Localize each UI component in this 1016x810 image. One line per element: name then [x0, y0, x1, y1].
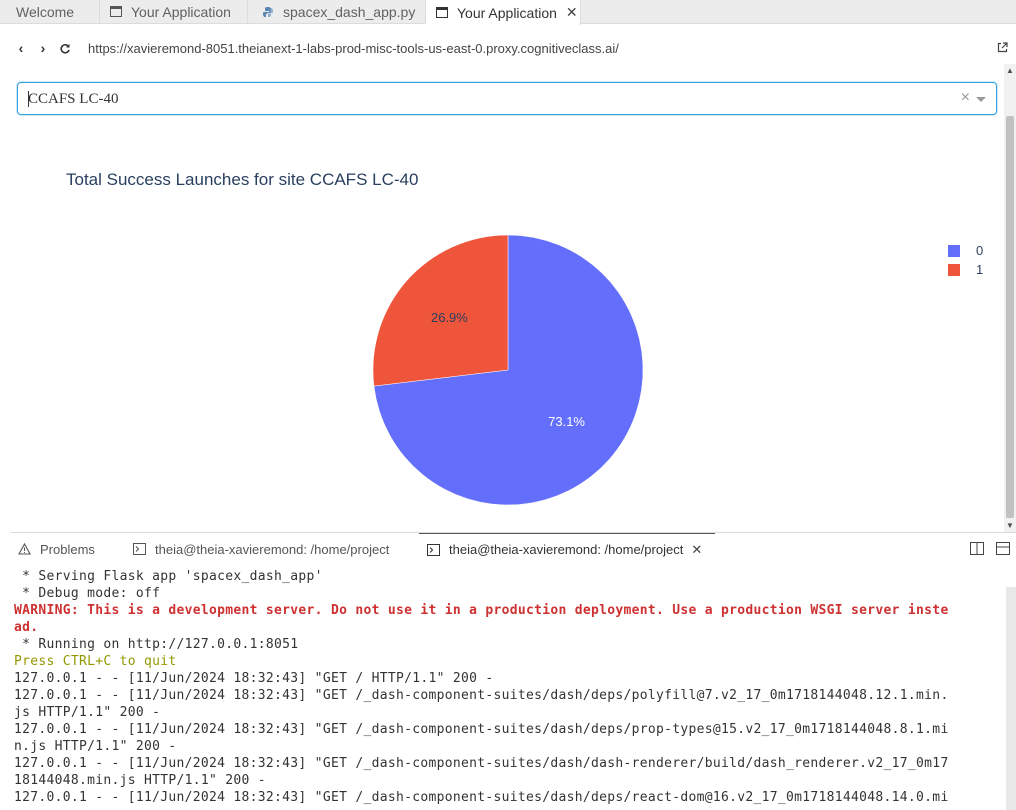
- terminal-line: Press CTRL+C to quit: [14, 654, 177, 669]
- legend-label: 0: [976, 243, 984, 258]
- terminal-line: 127.0.0.1 - - [11/Jun/2024 18:32:43] "GE…: [14, 756, 949, 771]
- tab-problems[interactable]: Problems: [10, 533, 125, 566]
- forward-button[interactable]: ›: [32, 40, 54, 56]
- terminal-line: n.js HTTP/1.1" 200 -: [14, 739, 177, 754]
- open-external-button[interactable]: [997, 40, 1008, 58]
- tab-label: theia@theia-xavieremond: /home/project: [449, 542, 684, 557]
- tab-label: Your Application: [457, 4, 557, 21]
- terminal-line: 127.0.0.1 - - [11/Jun/2024 18:32:43] "GE…: [14, 722, 949, 737]
- legend-swatch: [948, 244, 960, 257]
- tab-spacex-dash-app-py[interactable]: spacex_dash_app.py: [248, 0, 426, 23]
- legend-label: 1: [976, 262, 984, 277]
- terminal-line: ad.: [14, 620, 39, 635]
- tab-label: theia@theia-xavieremond: /home/project: [155, 541, 390, 557]
- window-icon: [436, 7, 448, 18]
- reload-button[interactable]: [54, 40, 76, 56]
- legend-swatch: [948, 263, 960, 276]
- tab-terminal-1[interactable]: theia@theia-xavieremond: /home/project: [125, 533, 419, 566]
- external-link-icon: [997, 42, 1008, 53]
- terminal-line: 127.0.0.1 - - [11/Jun/2024 18:32:43] "GE…: [14, 688, 949, 703]
- legend-item[interactable]: 0: [948, 241, 983, 260]
- viewport-scrollbar[interactable]: ▲ ▼: [1004, 64, 1016, 532]
- scroll-thumb[interactable]: [1006, 116, 1014, 518]
- scroll-down-icon[interactable]: ▼: [1006, 521, 1014, 530]
- pie-chart: 73.1% 26.9%: [372, 234, 644, 506]
- warning-icon: [18, 543, 31, 555]
- tab-your-application-active[interactable]: Your Application ✕: [426, 0, 581, 25]
- terminal-line: 18144048.min.js HTTP/1.1" 200 -: [14, 773, 266, 788]
- app-viewport: CCAFS LC-40 × Total Success Launches for…: [10, 64, 1016, 532]
- chart-legend: 0 1: [948, 241, 983, 279]
- tab-welcome[interactable]: Welcome: [0, 0, 100, 23]
- terminal-line: * Serving Flask app 'spacex_dash_app': [14, 569, 323, 584]
- terminal-line: * Debug mode: off: [14, 586, 161, 601]
- split-terminal-icon[interactable]: [970, 542, 984, 560]
- tab-your-application[interactable]: Your Application: [100, 0, 248, 23]
- reload-icon: [60, 44, 70, 54]
- tab-label: spacex_dash_app.py: [283, 3, 416, 20]
- terminal-line: js HTTP/1.1" 200 -: [14, 705, 161, 720]
- terminal-line: * Running on http://127.0.0.1:8051: [14, 637, 299, 652]
- panel-actions: [970, 542, 1010, 560]
- terminal-line: 127.0.0.1 - - [11/Jun/2024 18:32:43] "GE…: [14, 671, 494, 686]
- python-icon: [262, 6, 274, 18]
- editor-tab-bar: Welcome Your Application spacex_dash_app…: [0, 0, 1016, 25]
- url-bar[interactable]: https://xavieremond-8051.theianext-1-lab…: [88, 41, 619, 56]
- toggle-panel-icon[interactable]: [996, 542, 1010, 560]
- pie-slice-label: 26.9%: [431, 310, 468, 325]
- terminal-line: WARNING: This is a development server. D…: [14, 603, 949, 618]
- legend-item[interactable]: 1: [948, 260, 983, 279]
- tab-terminal-2[interactable]: theia@theia-xavieremond: /home/project ✕: [419, 532, 715, 566]
- terminal-icon: [427, 543, 440, 556]
- terminal-line: 127.0.0.1 - - [11/Jun/2024 18:32:43] "GE…: [14, 790, 949, 805]
- window-icon: [110, 6, 122, 17]
- browser-nav-bar: ‹ › https://xavieremond-8051.theianext-1…: [10, 33, 1016, 63]
- close-icon[interactable]: ✕: [566, 4, 578, 21]
- terminal-icon: [133, 543, 146, 555]
- terminal-output[interactable]: * Serving Flask app 'spacex_dash_app' * …: [10, 565, 1016, 810]
- scroll-up-icon[interactable]: ▲: [1006, 66, 1014, 75]
- back-button[interactable]: ‹: [10, 40, 32, 56]
- tab-label: Problems: [40, 541, 95, 557]
- close-icon[interactable]: ✕: [691, 542, 702, 558]
- pie-slice-label: 73.1%: [548, 414, 585, 429]
- terminal-scrollbar[interactable]: [1006, 587, 1016, 810]
- tab-label: Your Application: [131, 3, 231, 20]
- panel-tab-bar: Problems theia@theia-xavieremond: /home/…: [10, 532, 1016, 565]
- tab-label: Welcome: [16, 3, 75, 20]
